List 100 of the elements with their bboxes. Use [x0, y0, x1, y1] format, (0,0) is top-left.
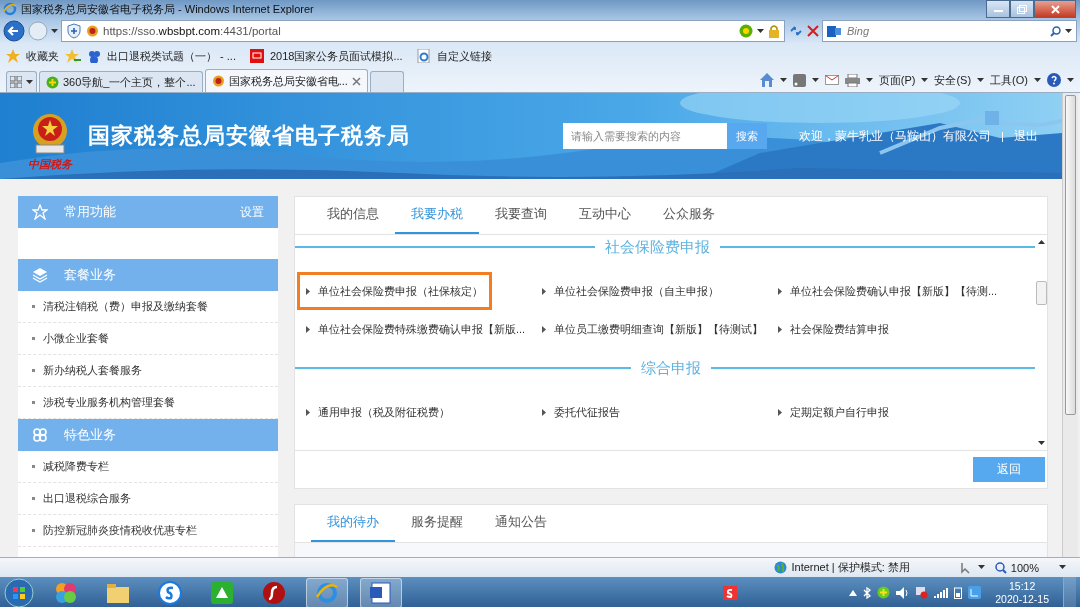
favorite-link[interactable]: 自定义链接 — [436, 48, 492, 64]
service-link[interactable]: 通用申报（税及附征税费） — [297, 393, 459, 431]
dropdown-caret-icon[interactable] — [921, 77, 929, 83]
service-link[interactable]: 单位员工缴费明细查询【新版】【待测试】 — [533, 310, 772, 348]
favorite-link[interactable]: 2018国家公务员面试模拟... — [269, 48, 403, 64]
menu-button[interactable]: 页面(P) — [878, 72, 916, 88]
close-button[interactable] — [1034, 0, 1076, 18]
emblem-icon — [86, 25, 99, 37]
security-zone-text: Internet | 保护模式: 禁用 — [791, 560, 910, 575]
lock-icon — [768, 24, 780, 38]
menu-button[interactable]: 工具(O) — [990, 72, 1028, 88]
dropdown-caret-icon[interactable] — [865, 77, 873, 83]
triangle-icon — [778, 287, 782, 295]
home-icon[interactable] — [759, 73, 774, 87]
section-heading: 综合申报 — [641, 358, 701, 378]
network-error-icon[interactable] — [915, 586, 929, 599]
feed-icon[interactable] — [792, 73, 806, 87]
back-icon[interactable] — [3, 20, 25, 42]
dropdown-caret-icon[interactable] — [977, 565, 985, 570]
zoom-button[interactable]: 100% — [994, 561, 1066, 574]
service-link[interactable]: 单位社会保险费确认申报【新版】【待测... — [769, 272, 1007, 310]
battery-icon[interactable] — [954, 586, 963, 599]
start-button-icon[interactable] — [4, 577, 34, 607]
dropdown-caret-icon[interactable] — [1059, 565, 1066, 570]
tab[interactable]: 我的信息 — [311, 197, 395, 234]
service-link[interactable]: 委托代征报告 — [533, 393, 629, 431]
search-icon[interactable] — [1050, 25, 1061, 37]
mail-icon[interactable] — [824, 75, 839, 85]
signal-icon[interactable] — [934, 587, 949, 598]
browser-tab[interactable]: 360导航_一个主页，整个... — [39, 71, 203, 92]
bluetooth-icon[interactable] — [863, 586, 872, 599]
maximize-button[interactable] — [1010, 0, 1034, 18]
tab[interactable]: 服务提醒 — [395, 505, 479, 542]
ie-logo-icon — [3, 2, 17, 16]
zoom-icon — [994, 561, 1007, 574]
dropdown-caret-icon[interactable] — [779, 77, 787, 83]
plus-circle-icon[interactable] — [877, 586, 891, 599]
service-link[interactable]: 定期定额户自行申报 — [769, 393, 898, 431]
service-link[interactable]: 单位社会保险费申报（社保核定） — [297, 272, 492, 310]
shield-icon — [66, 23, 82, 39]
s-logo-icon[interactable] — [723, 585, 738, 600]
sidebar-item[interactable]: 出口退税综合服务 — [18, 483, 278, 515]
dropdown-caret-icon[interactable] — [757, 28, 764, 34]
logo-text: 中国税务 — [28, 156, 72, 172]
menu-button[interactable]: 安全(S) — [934, 72, 972, 88]
clover-icon — [32, 427, 48, 443]
dropdown-caret-icon[interactable] — [1034, 77, 1041, 83]
close-icon[interactable] — [351, 76, 361, 86]
dropdown-caret-icon[interactable] — [26, 79, 33, 85]
add-favorite-icon[interactable] — [65, 49, 81, 63]
clock[interactable]: 15:12 2020-12-15 — [995, 579, 1049, 606]
tab[interactable]: 互动中心 — [563, 197, 647, 234]
search-field[interactable]: Bing — [845, 24, 1046, 38]
minimize-button[interactable] — [986, 0, 1010, 18]
dropdown-caret-icon[interactable] — [977, 77, 985, 83]
sidebar-item[interactable]: 清税注销税（费）申报及缴纳套餐 — [18, 291, 278, 323]
logout-link[interactable]: 退出 — [1014, 129, 1038, 143]
chevron-up-icon[interactable] — [849, 589, 858, 596]
scroll-down-icon[interactable] — [1037, 441, 1045, 446]
tab-list-button[interactable] — [6, 71, 37, 92]
site-title: 国家税务总局安徽省电子税务局 — [88, 122, 410, 150]
star-icon — [32, 204, 48, 220]
triangle-icon — [542, 408, 546, 416]
tab[interactable]: 通知公告 — [479, 505, 563, 542]
sidebar-item[interactable]: 小微企业套餐 — [18, 323, 278, 355]
dropdown-caret-icon[interactable] — [51, 28, 58, 34]
sidebar-item[interactable]: 新办纳税人套餐服务 — [18, 355, 278, 387]
stop-icon[interactable] — [807, 25, 819, 37]
scroll-up-icon[interactable] — [1037, 239, 1045, 244]
address-field[interactable]: https://sso.wbsbpt.com:4431/portal — [61, 20, 785, 42]
sidebar-item[interactable]: 防控新冠肺炎疫情税收优惠专栏 — [18, 515, 278, 547]
grid-icon — [10, 76, 22, 88]
dropdown-caret-icon[interactable] — [1067, 77, 1074, 83]
taskbar-button[interactable] — [360, 577, 402, 607]
volume-icon[interactable] — [896, 586, 910, 599]
search-field[interactable]: 请输入需要搜索的内容 — [563, 123, 727, 149]
favorite-link[interactable]: 出口退税类试题（一） - ... — [107, 48, 236, 64]
browser-tab[interactable]: 国家税务总局安徽省电... — [204, 69, 368, 92]
search-field[interactable]: Bing — [822, 20, 1077, 42]
scrollbar-thumb[interactable] — [1035, 280, 1047, 305]
service-link[interactable]: 单位社会保险费申报（自主申报） — [533, 272, 728, 310]
section-title: 套餐业务 — [64, 266, 116, 284]
service-link[interactable]: 社会保险费结算申报 — [769, 310, 898, 348]
window-title: 国家税务总局安徽省电子税务局 - Windows Internet Explorer — [21, 1, 314, 17]
scrollbar-thumb[interactable] — [1065, 95, 1076, 415]
tab[interactable]: 我要查询 — [479, 197, 563, 234]
triangle-icon — [542, 287, 546, 295]
dropdown-caret-icon[interactable] — [811, 77, 819, 83]
puzzle-icon — [54, 580, 78, 605]
dropdown-caret-icon[interactable] — [1065, 28, 1072, 34]
page-icon — [416, 49, 431, 63]
sidebar-item[interactable]: 减税降费专栏 — [18, 451, 278, 483]
ie-logo-icon — [315, 580, 339, 605]
help-icon[interactable] — [1047, 73, 1061, 87]
favorites-button[interactable]: 收藏夹 — [26, 48, 59, 64]
refresh-icon[interactable] — [788, 24, 804, 38]
printer-icon[interactable] — [844, 73, 860, 87]
tab[interactable]: 公众服务 — [647, 197, 731, 234]
tray-app-icon[interactable] — [968, 586, 982, 599]
service-link[interactable]: 单位社会保险费特殊缴费确认申报【新版... — [297, 310, 535, 348]
